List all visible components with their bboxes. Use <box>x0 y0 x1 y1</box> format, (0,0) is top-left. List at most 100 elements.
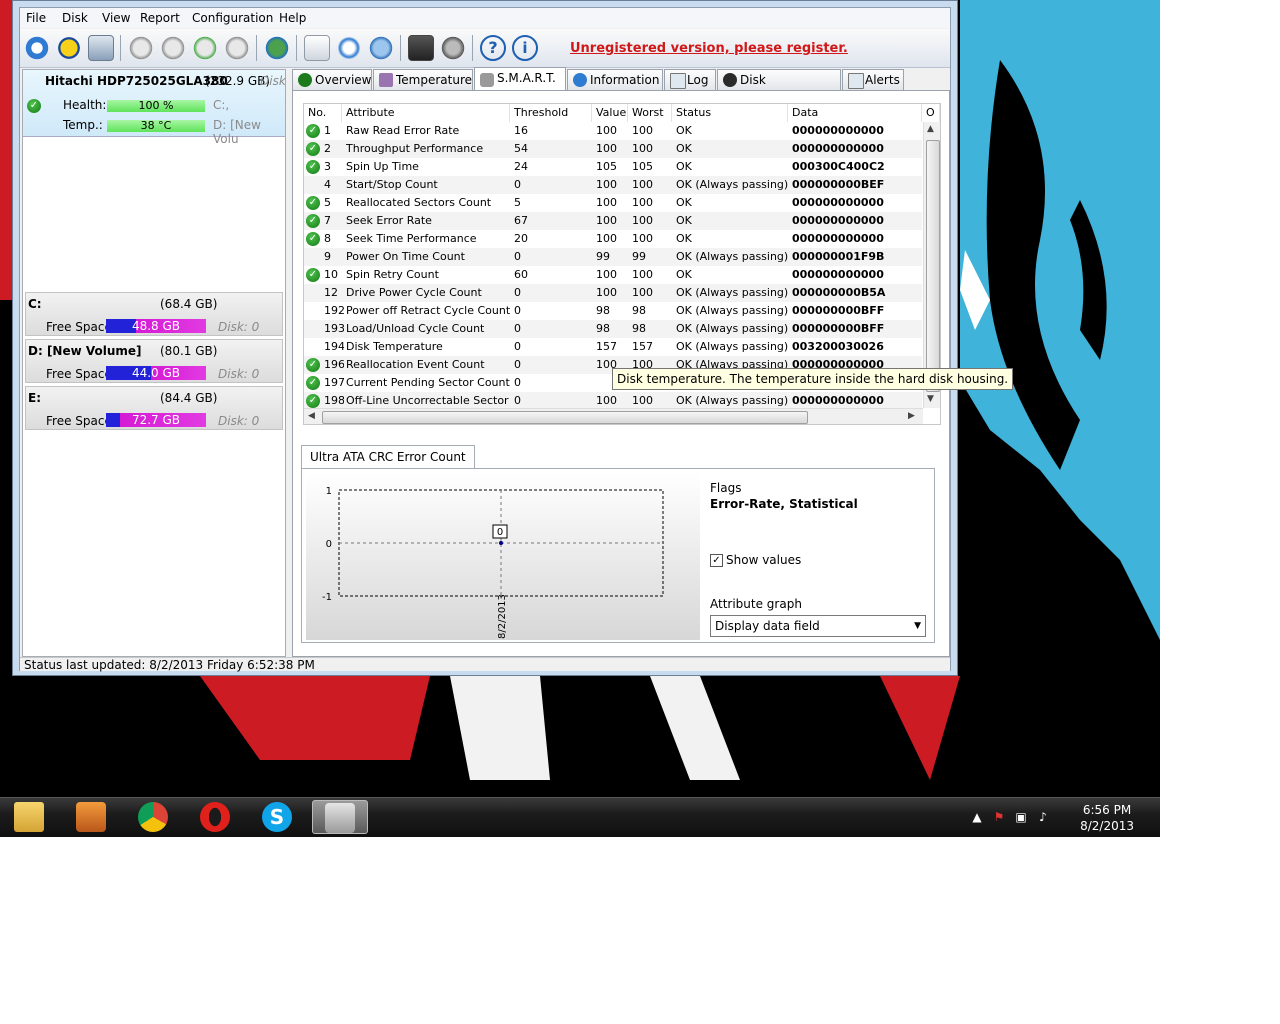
cell-worst: 105 <box>632 160 653 173</box>
table-row[interactable]: ✓ 3 Spin Up Time 24 105 105 OK 000300C400C2 <box>304 158 922 176</box>
column-header-worst[interactable]: Worst <box>628 104 672 122</box>
cell-data: 000000000BFF <box>792 304 885 317</box>
network-icon[interactable] <box>368 35 394 61</box>
cell-no: 12 <box>324 286 338 299</box>
report-icon[interactable] <box>304 35 330 61</box>
scroll-left-arrow-icon[interactable]: ◀ <box>308 411 315 421</box>
cell-val: 100 <box>596 286 617 299</box>
speaker-icon[interactable] <box>440 35 466 61</box>
table-row[interactable]: 192 Power off Retract Cycle Count 0 98 98 OK … <box>304 302 922 320</box>
volume-c[interactable]: C: (68.4 GB) Free Space 48.8 GB Disk: 0 <box>25 292 283 336</box>
status-ok-icon: ✓ <box>306 394 320 408</box>
tab-information[interactable]: Information <box>567 69 663 90</box>
sync-icon[interactable] <box>336 35 362 61</box>
status-bar: Status last updated: 8/2/2013 Friday 6:5… <box>20 657 950 672</box>
menu-file[interactable]: File <box>26 11 46 25</box>
cell-thr: 16 <box>514 124 528 137</box>
menu-view[interactable]: View <box>102 11 130 25</box>
volume-d[interactable]: D: [New Volume] (80.1 GB) Free Space 44.… <box>25 339 283 383</box>
table-row[interactable]: 4 Start/Stop Count 0 100 100 OK (Always passi… <box>304 176 922 194</box>
vertical-scrollbar[interactable]: ▲ ▼ <box>923 122 940 408</box>
scroll-down-arrow-icon[interactable]: ▼ <box>927 394 934 404</box>
refresh-icon[interactable] <box>24 35 50 61</box>
tab-temperature[interactable]: Temperature <box>373 69 473 90</box>
tab-overview[interactable]: Overview <box>292 69 372 90</box>
column-header-no[interactable]: No. <box>304 104 342 122</box>
disk-tools-icon[interactable] <box>224 35 250 61</box>
network-icon[interactable]: ▣ <box>1014 810 1028 824</box>
taskbar-explorer[interactable] <box>2 800 58 834</box>
attribute-chart: 1 0 -1 0 8/2/2013 <box>306 473 700 640</box>
horizontal-scrollbar[interactable]: ◀ ▶ <box>304 408 923 424</box>
clock[interactable]: 6:56 PM 8/2/2013 <box>1080 802 1134 834</box>
taskbar-skype[interactable]: S <box>250 800 306 834</box>
disk-card[interactable]: Hitachi HDP725025GLA380 (232.9 GB) Disk … <box>23 70 286 146</box>
vertical-scroll-thumb[interactable] <box>926 140 940 392</box>
menu-disk[interactable]: Disk <box>62 11 88 25</box>
taskbar-hard-disk-sentinel[interactable] <box>312 800 368 834</box>
volume-e[interactable]: E: (84.4 GB) Free Space 72.7 GB Disk: 0 <box>25 386 283 430</box>
cell-no: 7 <box>324 214 331 227</box>
table-row[interactable]: ✓ 7 Seek Error Rate 67 100 100 OK 000000000000 <box>304 212 922 230</box>
graph-tab[interactable]: Ultra ATA CRC Error Count <box>301 445 475 469</box>
table-row[interactable]: ✓ 8 Seek Time Performance 20 100 100 OK 0000000… <box>304 230 922 248</box>
cell-worst: 100 <box>632 268 653 281</box>
warning-icon[interactable] <box>56 35 82 61</box>
cell-worst: 100 <box>632 232 653 245</box>
taskbar-chrome[interactable] <box>126 800 182 834</box>
column-header-status[interactable]: Status <box>672 104 788 122</box>
cell-status: OK <box>676 214 692 227</box>
column-header-other[interactable]: O <box>922 104 940 122</box>
taskbar-opera[interactable] <box>188 800 244 834</box>
column-header-data[interactable]: Data <box>788 104 922 122</box>
disk-check-icon[interactable] <box>128 35 154 61</box>
show-hidden-icons-icon[interactable]: ▲ <box>970 810 984 824</box>
tab-smart[interactable]: S.M.A.R.T. <box>474 67 566 91</box>
scroll-up-arrow-icon[interactable]: ▲ <box>927 124 934 134</box>
help-icon[interactable]: ? <box>480 35 506 61</box>
table-row[interactable]: 12 Drive Power Cycle Count 0 100 100 OK (Alwa… <box>304 284 922 302</box>
column-header-attribute[interactable]: Attribute <box>342 104 510 122</box>
status-ok-icon: ✓ <box>306 358 320 372</box>
scroll-right-arrow-icon[interactable]: ▶ <box>908 411 915 421</box>
action-center-icon[interactable]: ⚑ <box>992 810 1006 824</box>
column-header-value[interactable]: Value <box>592 104 628 122</box>
table-row[interactable]: 193 Load/Unload Cycle Count 0 98 98 OK (Alway… <box>304 320 922 338</box>
taskbar-media-player[interactable] <box>64 800 120 834</box>
status-ok-icon: ✓ <box>306 376 320 390</box>
volume-icon[interactable]: ♪ <box>1036 810 1050 824</box>
menu-configuration[interactable]: Configuration <box>192 11 273 25</box>
information-icon <box>573 73 587 87</box>
chevron-down-icon[interactable]: ▼ <box>914 616 921 636</box>
table-row[interactable]: ✓ 1 Raw Read Error Rate 16 100 100 OK 000000000… <box>304 122 922 140</box>
menu-help[interactable]: Help <box>279 11 306 25</box>
gauge-icon <box>723 73 737 87</box>
table-row[interactable]: ✓ 10 Spin Retry Count 60 100 100 OK 00000000000… <box>304 266 922 284</box>
disk-icon[interactable] <box>88 35 114 61</box>
info-icon[interactable]: i <box>512 35 538 61</box>
cell-data: 000000000000 <box>792 142 884 155</box>
temperature-bar: 38 °C <box>107 120 205 132</box>
globe-icon[interactable] <box>264 35 290 61</box>
cell-no: 1 <box>324 124 331 137</box>
cell-no: 196 <box>324 358 344 371</box>
free-space-label: Free Space <box>46 367 112 381</box>
disk-ok-icon[interactable] <box>192 35 218 61</box>
cell-no: 10 <box>324 268 338 281</box>
show-values-checkbox[interactable]: ✓ <box>710 554 723 567</box>
tab-disk-performance[interactable]: Disk Performance <box>717 69 841 107</box>
table-row[interactable]: 9 Power On Time Count 0 99 99 OK (Always pass… <box>304 248 922 266</box>
menu-report[interactable]: Report <box>140 11 180 25</box>
cell-status: OK <box>676 268 692 281</box>
attribute-graph-select[interactable]: Display data field ▼ <box>710 615 926 637</box>
monitor-icon[interactable] <box>408 35 434 61</box>
column-header-threshold[interactable]: Threshold <box>510 104 592 122</box>
horizontal-scroll-thumb[interactable] <box>322 411 808 424</box>
tab-alerts[interactable]: Alerts <box>842 69 904 90</box>
disk-test-icon[interactable] <box>160 35 186 61</box>
register-link[interactable]: Unregistered version, please register. <box>570 41 848 56</box>
tab-log[interactable]: Log <box>664 69 716 90</box>
table-row[interactable]: ✓ 5 Reallocated Sectors Count 5 100 100 OK 0000… <box>304 194 922 212</box>
table-row[interactable]: ✓ 2 Throughput Performance 54 100 100 OK 000000… <box>304 140 922 158</box>
table-row[interactable]: 194 Disk Temperature 0 157 157 OK (Always pas… <box>304 338 922 356</box>
